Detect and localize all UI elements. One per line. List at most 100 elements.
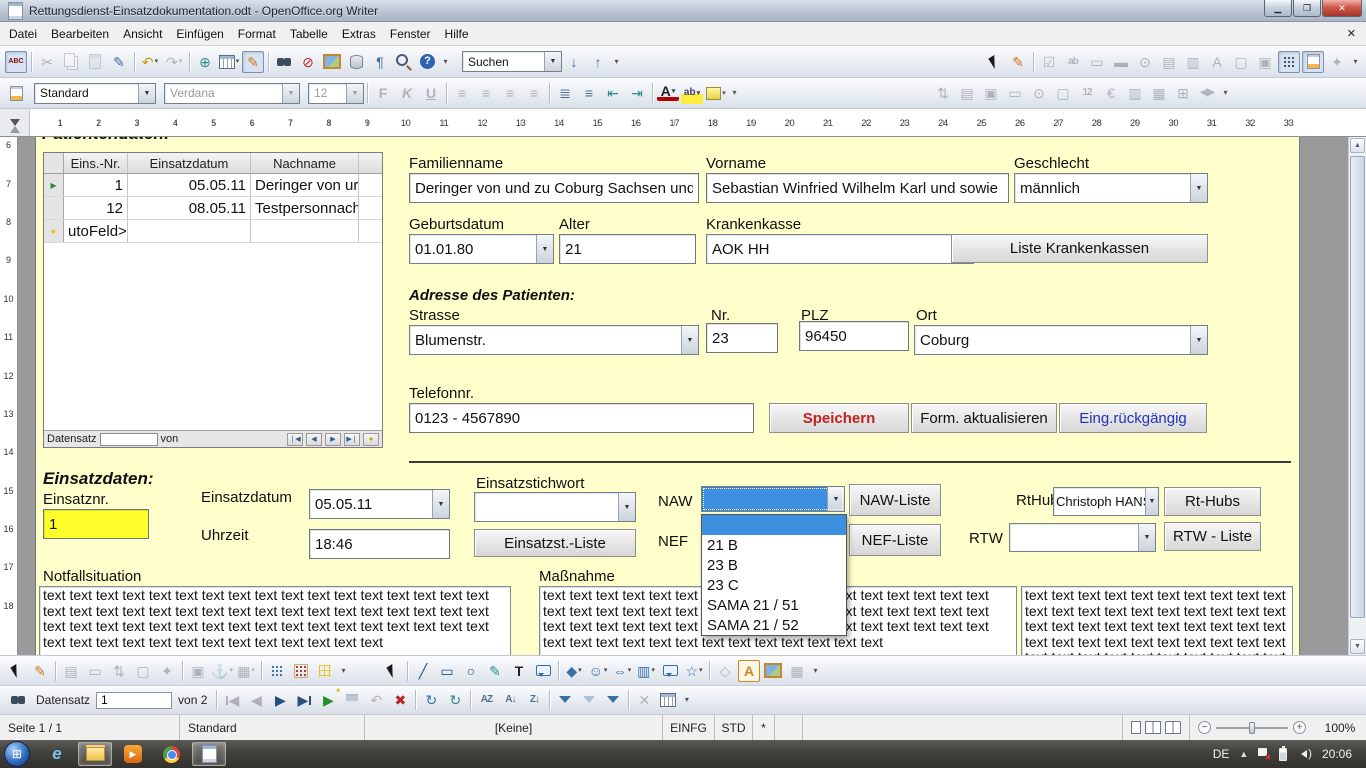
maximize-button[interactable]: ❐ — [1293, 0, 1321, 17]
liste-krankenkassen-button[interactable]: Liste Krankenkassen — [951, 234, 1208, 263]
zoom-in-icon[interactable]: + — [1293, 721, 1306, 734]
toolbar-overflow-icon[interactable]: ▾ — [611, 51, 622, 73]
autofilter-icon[interactable] — [554, 689, 576, 711]
einsatzstichwort-arrow-icon[interactable] — [618, 493, 635, 521]
tray-expand-icon[interactable]: ▲ — [1239, 749, 1248, 759]
table-row[interactable]: ▸ 1 05.05.11 Deringer von ur — [44, 174, 382, 197]
block-arrows-icon[interactable]: ⇔ — [611, 660, 633, 682]
bullet-list-icon[interactable]: ≡ — [578, 82, 600, 104]
toolbar-overflow-icon[interactable]: ▾ — [681, 689, 692, 711]
taskbar-mediaplayer-button[interactable]: ▶ — [116, 742, 150, 766]
sort-descending-icon[interactable]: Z↓ — [523, 689, 545, 711]
zoom-percent[interactable]: 100% — [1314, 715, 1366, 740]
ellipse-icon[interactable]: ○ — [460, 660, 482, 682]
toolbar-overflow-icon[interactable]: ▾ — [440, 51, 451, 73]
standard-filter-icon[interactable] — [602, 689, 624, 711]
plz-field[interactable] — [799, 321, 909, 351]
background-color-icon[interactable] — [705, 82, 727, 104]
taskbar-explorer-button[interactable] — [78, 742, 112, 766]
delete-record-icon[interactable]: ✖ — [389, 689, 411, 711]
font-combo-arrow-icon[interactable] — [282, 84, 299, 103]
cell-datum[interactable] — [128, 220, 251, 242]
menu-hilfe[interactable]: Hilfe — [438, 24, 476, 44]
refresh-icon[interactable]: ↻ — [420, 689, 442, 711]
ort-arrow-icon[interactable] — [1190, 326, 1207, 354]
list-item[interactable]: 21 B — [702, 535, 846, 555]
rt-hubs-button[interactable]: Rt-Hubs — [1164, 487, 1261, 516]
grid-new-record-icon[interactable]: ● — [363, 433, 379, 446]
sort-icon[interactable]: AZ — [475, 689, 497, 711]
title-bar[interactable]: Rettungsdienst-Einsatzdokumentation.odt … — [0, 0, 1366, 22]
menu-tabelle[interactable]: Tabelle — [283, 24, 335, 44]
einsatzstichwort-combo[interactable] — [474, 492, 636, 522]
list-item[interactable]: SAMA 21 / 52 — [702, 615, 846, 635]
draw-functions-icon[interactable]: ✎ — [242, 51, 264, 73]
find-up-icon[interactable]: ↑ — [587, 51, 609, 73]
font-color-icon[interactable]: A — [657, 85, 679, 101]
menu-ansicht[interactable]: Ansicht — [116, 24, 169, 44]
text-icon[interactable]: T — [508, 660, 530, 682]
tab-stop-selector[interactable] — [0, 109, 30, 136]
refresh-control-icon[interactable]: ↻ — [444, 689, 466, 711]
record-number-input[interactable] — [96, 692, 172, 709]
selection-mode-indicator[interactable]: STD — [715, 715, 753, 740]
datasources-icon[interactable] — [345, 51, 367, 73]
naw-liste-button[interactable]: NAW-Liste — [849, 484, 941, 516]
rtw-liste-button[interactable]: RTW - Liste — [1164, 522, 1261, 551]
cell-datum[interactable]: 08.05.11 — [128, 197, 251, 219]
alter-field[interactable] — [559, 234, 696, 264]
patient-record-grid[interactable]: Eins.-Nr. Einsatzdatum Nachname ▸ 1 05.0… — [43, 152, 383, 448]
strasse-arrow-icon[interactable] — [681, 326, 698, 354]
sort-ascending-icon[interactable]: A↓ — [499, 689, 521, 711]
grid-last-record-icon[interactable]: ▶❘ — [344, 433, 360, 446]
eing-rueckgaengig-button[interactable]: Eing.rückgängig — [1059, 403, 1207, 433]
scroll-down-icon[interactable]: ▼ — [1350, 639, 1365, 654]
vertical-ruler[interactable]: 6789101112131415161718 — [0, 137, 18, 655]
rthub-arrow-icon[interactable] — [1145, 488, 1158, 515]
book-view-icon[interactable] — [1165, 721, 1181, 734]
volume-icon[interactable] — [1297, 748, 1312, 760]
taskbar-chrome-button[interactable] — [154, 742, 188, 766]
notfallsituation-textarea[interactable]: text text text text text text text text … — [39, 586, 511, 655]
strasse-combo[interactable]: Blumenstr. — [409, 325, 699, 355]
select-cursor-icon[interactable] — [5, 660, 27, 682]
design-mode-icon[interactable]: ✎ — [1007, 51, 1029, 73]
navigator-icon[interactable]: ⊘ — [297, 51, 319, 73]
rtw-arrow-icon[interactable] — [1138, 524, 1155, 551]
grid-col-nachname[interactable]: Nachname — [251, 153, 359, 173]
rtw-combo[interactable] — [1009, 523, 1156, 552]
cell-nachname[interactable]: Deringer von ur — [251, 174, 359, 196]
table-icon[interactable] — [218, 51, 240, 73]
table-row[interactable]: 12 08.05.11 Testpersonnach — [44, 197, 382, 220]
callout-icon[interactable] — [532, 660, 554, 682]
familienname-field[interactable] — [409, 173, 699, 203]
horizontal-ruler[interactable]: 1234567891011121314151617181920212223242… — [0, 109, 1366, 137]
new-record-icon[interactable]: ▶ — [317, 689, 339, 711]
rectangle-icon[interactable]: ▭ — [436, 660, 458, 682]
telefon-field[interactable] — [409, 403, 754, 433]
toolbar-overflow-icon[interactable]: ▾ — [810, 660, 821, 682]
insert-mode-indicator[interactable]: EINFG — [663, 715, 715, 740]
form-design-icon[interactable] — [1302, 51, 1324, 73]
next-record-icon[interactable]: ▶ — [269, 689, 291, 711]
freeform-line-icon[interactable]: ✎ — [484, 660, 506, 682]
vertical-scrollbar[interactable]: ▲ ▼ — [1348, 137, 1366, 655]
toolbar-overflow-icon[interactable]: ▾ — [729, 82, 740, 104]
numbered-list-icon[interactable]: ≣ — [554, 82, 576, 104]
paragraph-style-combo[interactable]: Standard — [34, 83, 156, 104]
control-properties-icon[interactable] — [1278, 51, 1300, 73]
geschlecht-combo[interactable]: männlich — [1014, 173, 1208, 203]
gallery-icon[interactable] — [321, 51, 343, 73]
toolbar-overflow-icon[interactable]: ▾ — [338, 660, 349, 682]
close-button[interactable]: ✕ — [1322, 0, 1362, 17]
page-style-indicator[interactable]: Standard — [180, 715, 365, 740]
search-combo[interactable]: Suchen — [462, 51, 562, 72]
find-down-icon[interactable]: ↓ — [563, 51, 585, 73]
format-paintbrush-icon[interactable]: ✎ — [108, 51, 130, 73]
basic-shapes-icon[interactable]: ◆ — [563, 660, 585, 682]
grid-record-input[interactable] — [100, 433, 158, 446]
cell-datum[interactable]: 05.05.11 — [128, 174, 251, 196]
taskbar-writer-button[interactable] — [192, 742, 226, 766]
display-grid-icon[interactable] — [266, 660, 288, 682]
data-source-as-table-icon[interactable] — [657, 689, 679, 711]
